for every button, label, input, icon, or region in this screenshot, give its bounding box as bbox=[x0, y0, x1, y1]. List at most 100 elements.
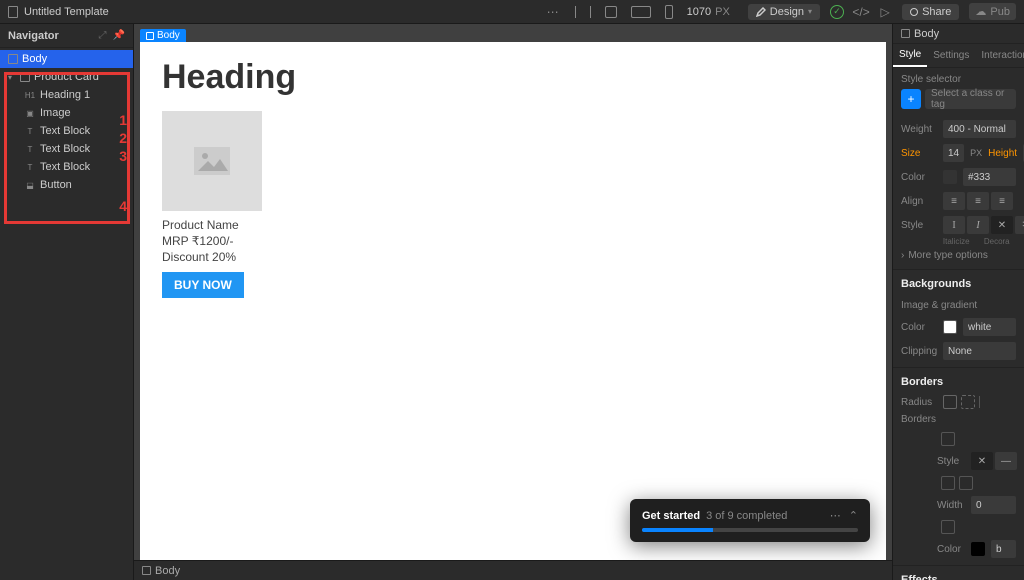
add-selector-button[interactable]: + bbox=[901, 89, 921, 109]
weight-select[interactable]: 400 - Normal bbox=[943, 120, 1016, 138]
tab-style[interactable]: Style bbox=[893, 44, 927, 67]
tab-settings[interactable]: Settings bbox=[927, 44, 975, 67]
nav-item-label: Heading 1 bbox=[40, 89, 129, 101]
radius-all-button[interactable] bbox=[943, 395, 957, 409]
nav-item-heading[interactable]: H1 Heading 1 bbox=[0, 86, 133, 104]
border-style-none-button[interactable]: ✕ bbox=[971, 452, 993, 470]
italic-button[interactable]: I bbox=[967, 216, 989, 234]
text-mrp[interactable]: MRP ₹1200/- bbox=[162, 233, 864, 249]
more-type-options[interactable]: › More type options bbox=[893, 246, 1024, 265]
bg-color-swatch[interactable] bbox=[943, 320, 957, 334]
nav-item-image[interactable]: ▣ Image bbox=[0, 104, 133, 122]
size-unit: PX bbox=[970, 148, 982, 158]
code-icon[interactable]: </> bbox=[854, 5, 868, 19]
style-tabs: Style Settings Interactions bbox=[893, 44, 1024, 68]
button-icon: ⬓ bbox=[24, 181, 36, 190]
text-discount[interactable]: Discount 20% bbox=[162, 249, 864, 265]
radius-label: Radius bbox=[901, 397, 937, 408]
buy-now-button[interactable]: BUY NOW bbox=[162, 272, 244, 298]
text-product-name[interactable]: Product Name bbox=[162, 217, 864, 233]
strikethrough-button[interactable]: ∓ bbox=[1015, 216, 1024, 234]
person-icon bbox=[910, 8, 918, 16]
border-side-button[interactable] bbox=[959, 476, 973, 490]
h1-icon: H1 bbox=[24, 91, 36, 100]
text-icon: T bbox=[24, 163, 36, 172]
nav-item-product-card[interactable]: ▾ Product Card bbox=[0, 68, 133, 86]
chip-label: Body bbox=[157, 30, 180, 41]
annotation-2: 2 bbox=[119, 130, 127, 146]
bg-color-value[interactable]: white bbox=[963, 318, 1016, 336]
borders-header: Borders bbox=[893, 367, 1024, 392]
preview-icon[interactable]: ▷ bbox=[878, 5, 892, 19]
borders-sublabel: Borders bbox=[893, 412, 1024, 429]
device-tablet-icon[interactable] bbox=[605, 6, 617, 18]
nav-item-text-block[interactable]: T Text Block bbox=[0, 122, 133, 140]
device-crop-icon[interactable] bbox=[575, 6, 591, 18]
tab-interactions[interactable]: Interactions bbox=[975, 44, 1024, 67]
pin-icon[interactable]: 📌 bbox=[113, 30, 125, 41]
image-placeholder[interactable] bbox=[162, 111, 262, 211]
text-color-swatch[interactable] bbox=[943, 170, 957, 184]
breadcrumb-body[interactable]: Body bbox=[155, 565, 180, 577]
nav-item-label: Product Card bbox=[34, 71, 129, 83]
canvas-frame[interactable]: Heading Product Name MRP ₹1200/- Discoun… bbox=[140, 42, 886, 574]
radius-individual-button[interactable] bbox=[961, 395, 975, 409]
page-title[interactable]: Untitled Template bbox=[24, 6, 109, 18]
style-breadcrumb[interactable]: Body bbox=[893, 24, 1024, 44]
check-icon[interactable]: ✓ bbox=[830, 5, 844, 19]
device-desktop-icon[interactable] bbox=[631, 6, 651, 18]
image-icon: ▣ bbox=[24, 109, 36, 118]
collapse-icon[interactable]: ⤢ bbox=[99, 30, 107, 41]
size-input[interactable]: 14 bbox=[943, 144, 964, 162]
annotation-1: 1 bbox=[119, 112, 127, 128]
bg-image-label: Image & gradient bbox=[893, 294, 1024, 315]
chevron-up-icon[interactable]: ⌃ bbox=[849, 509, 858, 522]
text-color-value[interactable]: #333 bbox=[963, 168, 1016, 186]
border-style-solid-button[interactable]: — bbox=[995, 452, 1017, 470]
align-center-button[interactable]: ≡ bbox=[967, 192, 989, 210]
nav-item-body[interactable]: Body bbox=[0, 50, 133, 68]
selected-element-chip[interactable]: Body bbox=[140, 29, 186, 42]
decor-sublabel: Decora bbox=[978, 237, 1017, 246]
border-width-input[interactable]: 0 bbox=[971, 496, 1016, 514]
chevron-down-icon[interactable]: ▾ bbox=[8, 73, 16, 82]
italic-normal-button[interactable]: I bbox=[943, 216, 965, 234]
border-side-button[interactable] bbox=[941, 520, 955, 534]
size-label: Size bbox=[901, 148, 937, 159]
more-icon[interactable]: ⋯ bbox=[547, 5, 561, 19]
border-side-button[interactable] bbox=[941, 476, 955, 490]
nav-item-button[interactable]: ⬓ Button bbox=[0, 176, 133, 194]
align-left-button[interactable]: ≡ bbox=[943, 192, 965, 210]
cloud-icon: ☁ bbox=[975, 5, 986, 18]
text-color-label: Color bbox=[901, 172, 937, 183]
box-icon bbox=[20, 72, 30, 82]
border-side-button[interactable] bbox=[941, 432, 955, 446]
effects-header: Effects bbox=[893, 565, 1024, 580]
topbar: Untitled Template ⋯ 1070 PX Design ▾ ✓ <… bbox=[0, 0, 1024, 24]
text-style-buttons: I I ✕ ∓ bbox=[943, 216, 1024, 234]
device-mobile-icon[interactable] bbox=[665, 5, 673, 19]
align-right-button[interactable]: ≡ bbox=[991, 192, 1013, 210]
navigator-tools[interactable]: ⤢📌 bbox=[99, 30, 125, 41]
heading-element[interactable]: Heading bbox=[162, 58, 864, 97]
publish-button[interactable]: ☁ Pub bbox=[969, 3, 1016, 20]
decoration-none-button[interactable]: ✕ bbox=[991, 216, 1013, 234]
selector-input[interactable]: Select a class or tag bbox=[925, 89, 1016, 109]
more-label: More type options bbox=[908, 250, 988, 261]
canvas-width[interactable]: 1070 bbox=[687, 6, 711, 18]
border-color-swatch[interactable] bbox=[971, 542, 985, 556]
get-started-toast: Get started 3 of 9 completed ⋯ ⌃ bbox=[630, 499, 870, 542]
backgrounds-header: Backgrounds bbox=[893, 269, 1024, 294]
border-style-label: Style bbox=[937, 456, 965, 467]
nav-item-text-block[interactable]: T Text Block bbox=[0, 158, 133, 176]
nav-item-label: Image bbox=[40, 107, 129, 119]
bg-color-label: Color bbox=[901, 322, 937, 333]
border-color-label: Color bbox=[937, 544, 965, 555]
share-button[interactable]: Share bbox=[902, 4, 959, 20]
clipping-select[interactable]: None bbox=[943, 342, 1016, 360]
design-mode-button[interactable]: Design ▾ bbox=[748, 4, 820, 20]
nav-item-label: Text Block bbox=[40, 125, 129, 137]
nav-item-text-block[interactable]: T Text Block bbox=[0, 140, 133, 158]
border-color-value[interactable]: b bbox=[991, 540, 1016, 558]
more-icon[interactable]: ⋯ bbox=[830, 509, 841, 522]
